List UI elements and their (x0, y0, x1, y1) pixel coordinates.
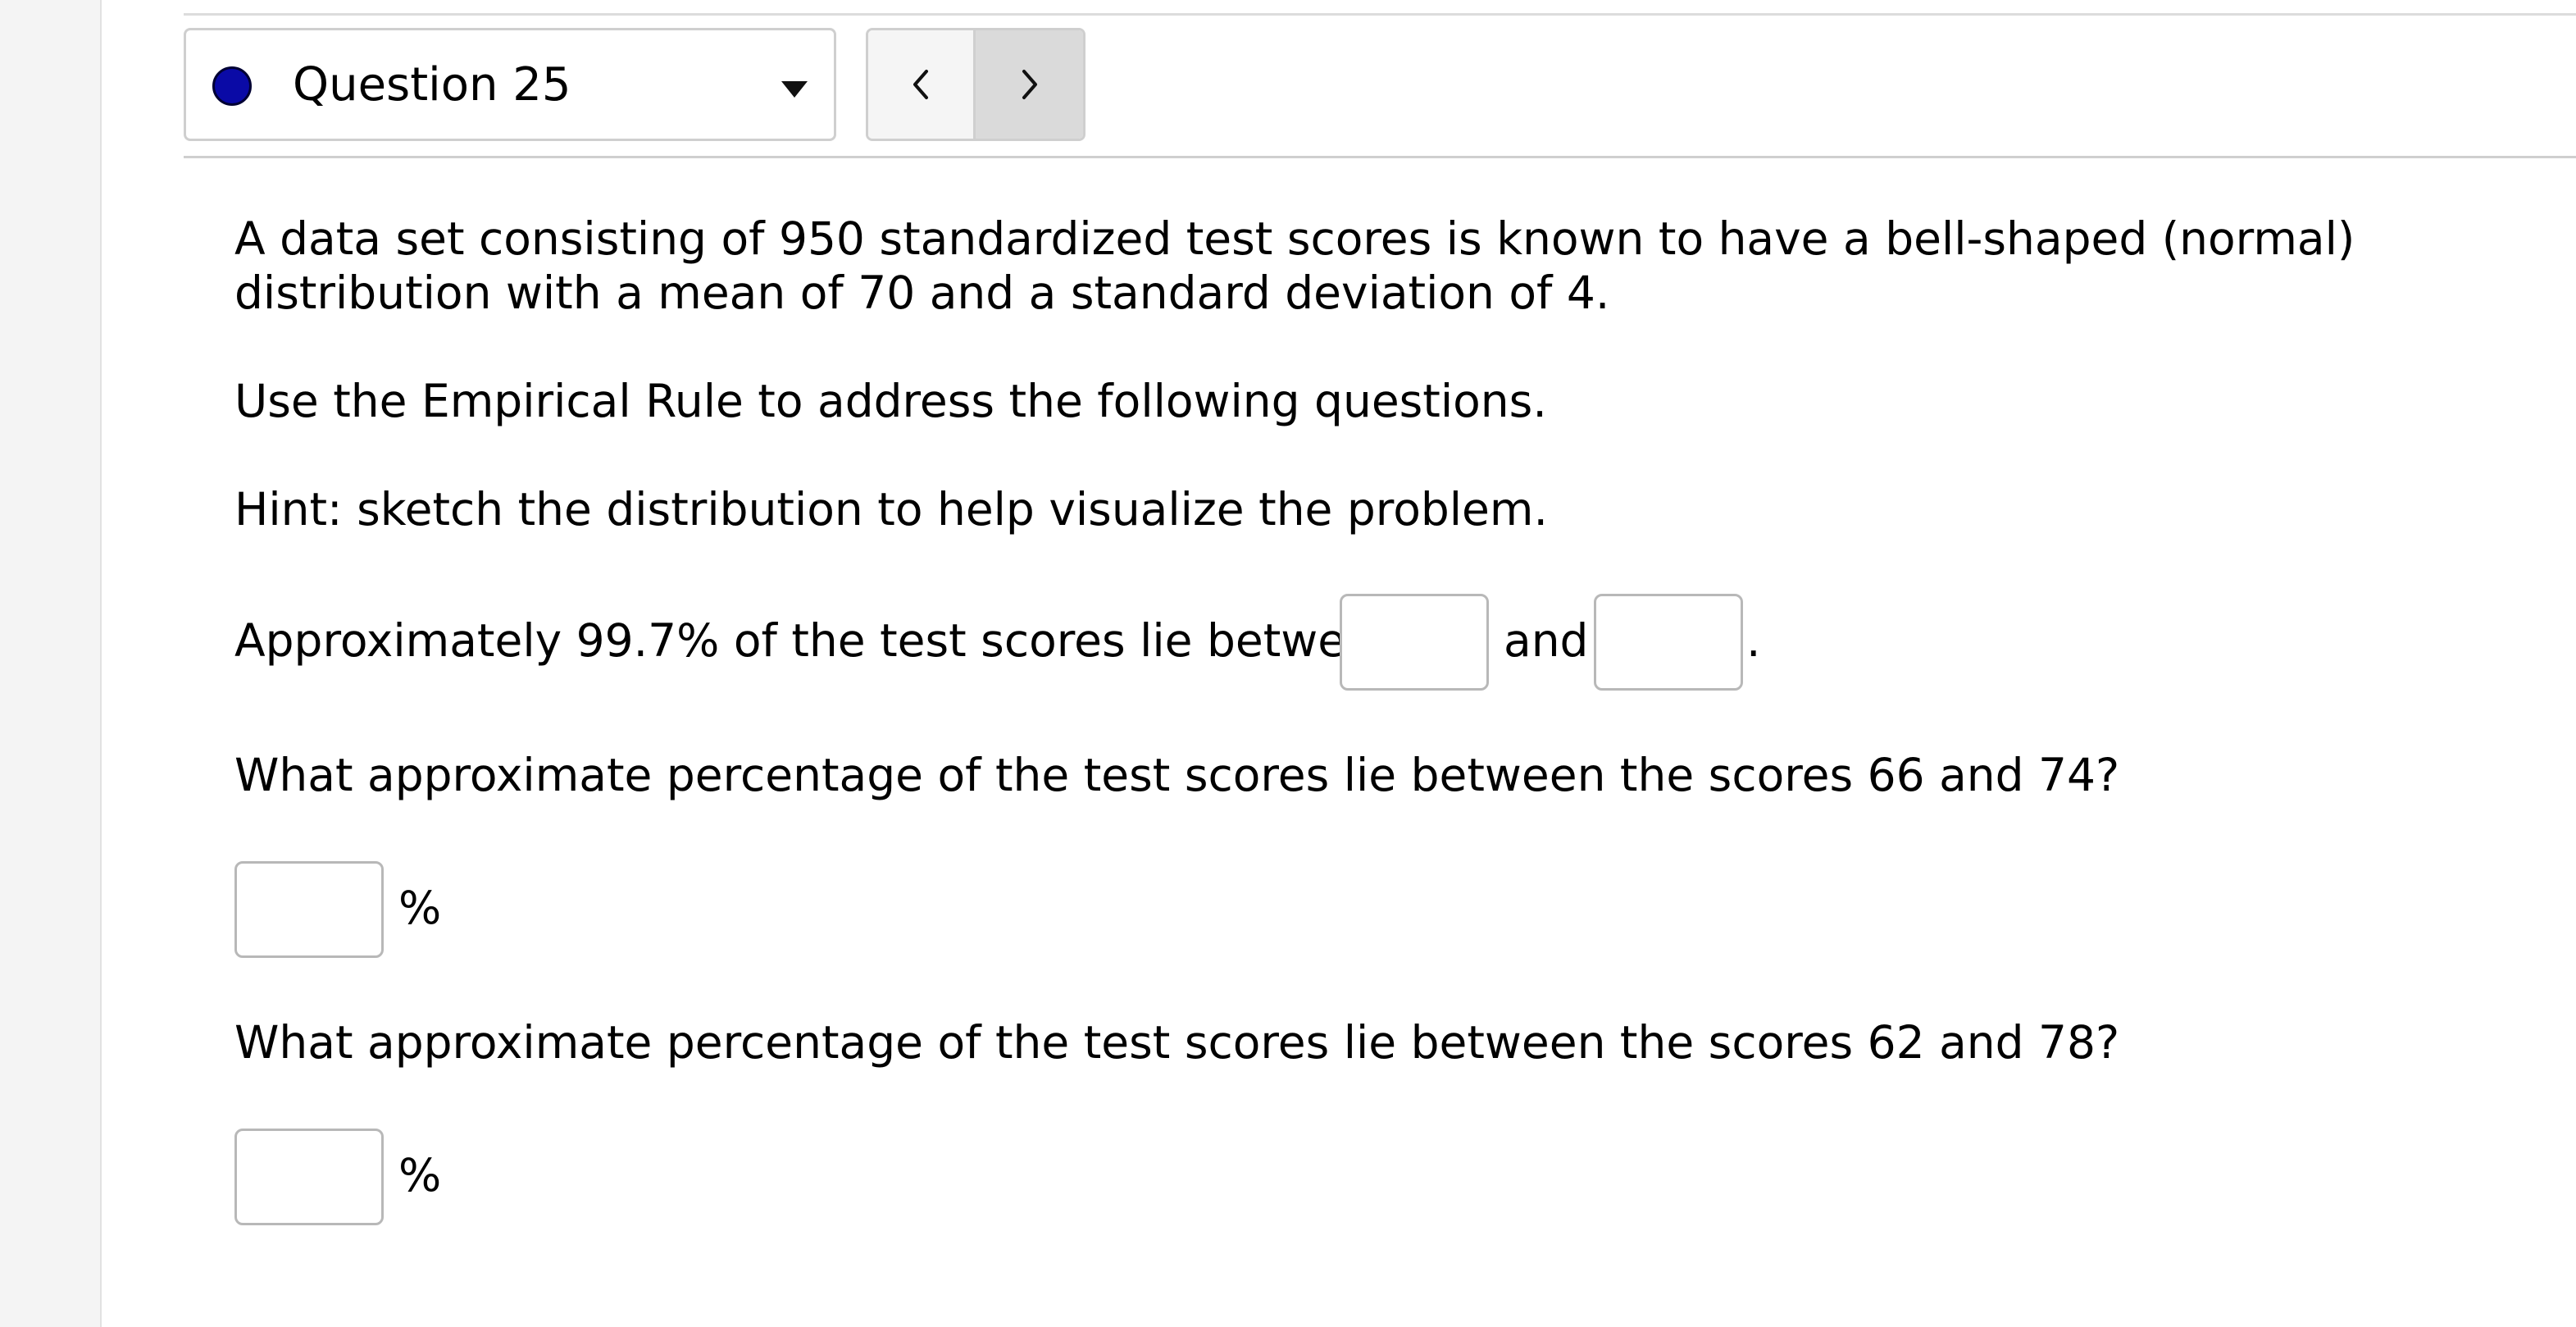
question-intro: A data set consisting of 950 standardize… (234, 212, 2355, 319)
part2-prompt: What approximate percentage of the test … (234, 749, 2120, 801)
header-divider (184, 156, 2576, 158)
lower-bound-input[interactable] (1340, 594, 1489, 691)
part1-prefix: Approximately 99.7% of the test scores l… (234, 614, 1402, 667)
part3-prompt: What approximate percentage of the test … (234, 1016, 2120, 1069)
question-instruction: Use the Empirical Rule to address the fo… (234, 375, 1547, 427)
percentage-62-78-input[interactable] (234, 1129, 384, 1225)
caret-down-icon (781, 81, 808, 98)
question-status-dot (212, 66, 252, 106)
part1-connector: and (1504, 614, 1589, 667)
part2-percent-unit: % (398, 882, 442, 934)
part3-percent-unit: % (398, 1149, 442, 1202)
top-divider (184, 13, 2576, 16)
left-gutter (0, 0, 102, 1327)
percentage-66-74-input[interactable] (234, 861, 384, 958)
next-question-button[interactable] (976, 30, 1083, 139)
question-selector[interactable]: Question 25 (184, 28, 836, 141)
chevron-left-icon (913, 70, 928, 99)
question-label: Question 25 (293, 58, 571, 112)
question-hint: Hint: sketch the distribution to help vi… (234, 483, 1548, 536)
chevron-right-icon (1022, 70, 1037, 99)
upper-bound-input[interactable] (1594, 594, 1743, 691)
previous-question-button[interactable] (868, 30, 976, 139)
part1-period: . (1746, 614, 1761, 667)
question-navigation (866, 28, 1085, 141)
